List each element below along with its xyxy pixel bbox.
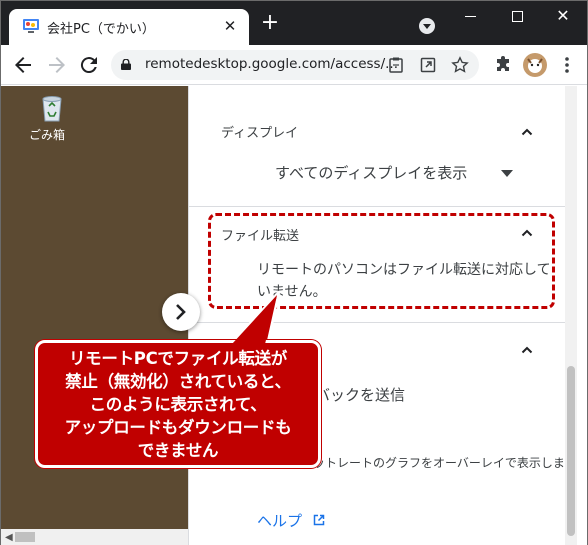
bookmark-star-icon[interactable] [451,56,469,74]
back-arrow-icon[interactable] [11,53,35,77]
callout-text: リモートPCでファイル転送が 禁止（無効化）されていると、 このように表示されて… [64,349,292,460]
highlight-box [208,213,555,309]
external-link-icon[interactable] [313,514,325,526]
chevron-up-icon[interactable] [521,344,533,356]
bitrate-overlay-option[interactable]: ットレートのグラフをオーバーレイで表示します [313,454,583,472]
section-divider [189,322,565,323]
vertical-scroll-thumb[interactable] [567,366,575,536]
vertical-scrollbar[interactable] [565,86,577,545]
collapse-panel-button[interactable] [162,293,200,331]
horizontal-scroll-thumb[interactable] [15,532,35,542]
display-section-title: ディスプレイ [221,126,299,141]
recycle-bin-label[interactable]: ごみ箱 [29,126,65,143]
remote-options-panel: ディスプレイ すべてのディスプレイを表示 ファイル転送 リモートのパソコンはファ… [188,86,587,545]
section-divider [189,206,565,207]
chevron-right-icon [176,304,186,320]
dropdown-arrow-icon[interactable] [501,170,513,177]
address-bar[interactable]: remotedesktop.google.com/access/... [111,50,479,80]
url-text[interactable]: remotedesktop.google.com/access/... [145,56,398,72]
scroll-left-icon[interactable]: ◀ [5,532,13,543]
window-close-button[interactable]: ✕ [549,5,577,27]
remote-desktop-favicon-icon [23,19,39,33]
open-in-app-icon[interactable] [419,56,437,74]
browser-titlebar: 会社PC（でかい） ✕ + ✕ [1,1,587,45]
minimize-button[interactable] [457,5,485,27]
browser-tab[interactable]: 会社PC（でかい） ✕ [9,9,249,45]
maximize-button[interactable] [503,5,531,27]
horizontal-scrollbar[interactable]: ◀ [1,529,188,545]
browser-toolbar: remotedesktop.google.com/access/... [1,45,587,85]
display-select[interactable]: すべてのディスプレイを表示 [275,162,467,183]
lock-icon [121,59,131,70]
tab-search-icon[interactable] [419,18,435,34]
clipboard-icon[interactable] [387,56,405,74]
extensions-puzzle-icon[interactable] [493,55,513,75]
new-tab-button[interactable]: + [259,12,281,35]
menu-kebab-icon[interactable] [557,55,577,75]
forward-arrow-icon[interactable] [45,53,69,77]
reload-icon[interactable] [77,53,101,77]
recycle-bin-icon[interactable] [35,90,69,124]
annotation-callout: リモートPCでファイル転送が 禁止（無効化）されていると、 このように表示されて… [35,340,321,468]
help-link[interactable]: ヘルプ [257,510,302,531]
chevron-up-icon[interactable] [521,126,533,138]
profile-avatar[interactable] [523,53,547,77]
tab-title: 会社PC（でかい） [47,22,155,37]
tab-close-icon[interactable]: ✕ [221,17,239,35]
send-feedback-link[interactable]: バックを送信 [315,384,405,405]
